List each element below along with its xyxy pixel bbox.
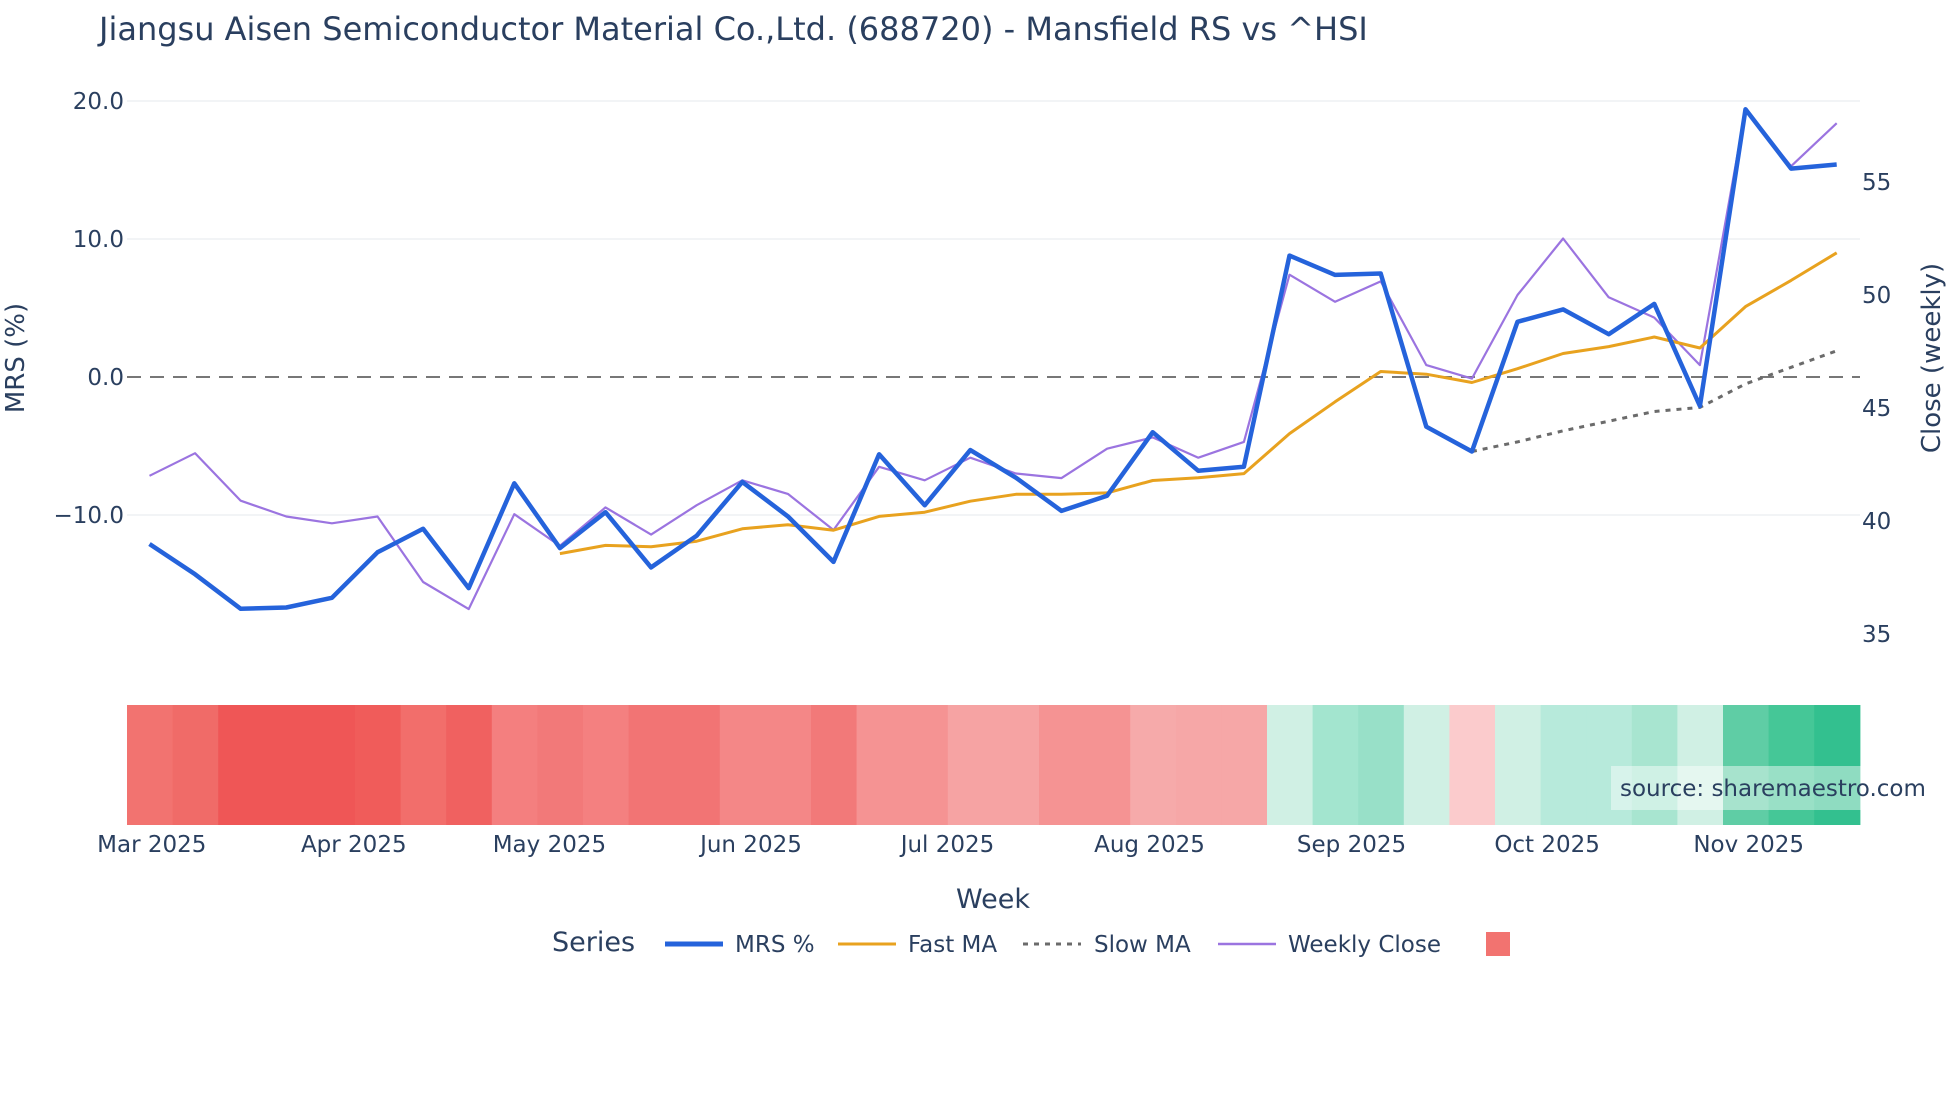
heat-cell [1130, 705, 1177, 825]
x-tick-label: Jun 2025 [698, 832, 802, 858]
chart-title: Jiangsu Aisen Semiconductor Material Co.… [97, 10, 1368, 48]
legend-label: Fast MA [908, 932, 997, 958]
y-tick-label: 20.0 [73, 89, 124, 115]
heat-cell [1084, 705, 1131, 825]
heat-cell [1358, 705, 1405, 825]
heat-cell [856, 705, 903, 825]
gridlines [127, 100, 1860, 516]
heat-cell [1267, 705, 1314, 825]
heat-cell [1449, 705, 1496, 825]
x-tick-label: Mar 2025 [97, 832, 206, 858]
series-line-mrs [148, 107, 1837, 612]
heat-cell [1312, 705, 1359, 825]
x-tick-label: Sep 2025 [1297, 832, 1406, 858]
y-axis-right: 55 50 45 40 35 [1862, 170, 1891, 648]
legend-label: Weekly Close [1288, 932, 1441, 958]
y2-tick-label: 55 [1862, 170, 1891, 196]
heat-cell [902, 705, 949, 825]
y2-tick-label: 50 [1862, 283, 1891, 309]
x-tick-label: Aug 2025 [1094, 832, 1205, 858]
heat-cell [947, 705, 994, 825]
legend-title: Series [552, 927, 635, 958]
heat-cell [765, 705, 812, 825]
heat-cell [309, 705, 356, 825]
heat-cell [811, 705, 858, 825]
legend: Series MRS % Fast MA Slow MA Weekly Close [552, 927, 1510, 958]
heat-cell [674, 705, 721, 825]
heat-cell [1221, 705, 1268, 825]
heat-cell [1403, 705, 1450, 825]
source-watermark: source: sharemaestro.com [1611, 766, 1941, 810]
x-axis: Mar 2025 Apr 2025 May 2025 Jun 2025 Jul 2025… [97, 832, 1804, 858]
x-axis-title: Week [956, 884, 1030, 915]
y2-tick-label: 45 [1862, 396, 1891, 422]
heat-cell [355, 705, 402, 825]
heat-cell [1175, 705, 1222, 825]
x-tick-label: Apr 2025 [301, 832, 407, 858]
mansfield-rs-chart: Jiangsu Aisen Semiconductor Material Co.… [1, 10, 1947, 958]
y-tick-label: 0.0 [87, 365, 124, 391]
heat-cell [583, 705, 630, 825]
heat-cell [400, 705, 447, 825]
y-tick-label: 10.0 [73, 227, 124, 253]
heat-cell [491, 705, 538, 825]
y2-axis-title: Close (weekly) [1917, 263, 1947, 453]
legend-heat-swatch [1486, 932, 1510, 956]
heat-cell [1495, 705, 1542, 825]
x-tick-label: Nov 2025 [1693, 832, 1804, 858]
legend-label: Slow MA [1094, 932, 1191, 958]
source-text: source: sharemaestro.com [1620, 776, 1926, 802]
heat-cell [263, 705, 310, 825]
heat-cell [446, 705, 493, 825]
y2-tick-label: 35 [1862, 622, 1891, 648]
heat-cell [719, 705, 766, 825]
legend-label: MRS % [735, 932, 815, 958]
heat-cell [1540, 705, 1587, 825]
series-line-fast-ma [559, 251, 1838, 556]
heat-cell [537, 705, 584, 825]
series-lines [148, 107, 1838, 612]
x-tick-label: Oct 2025 [1494, 832, 1600, 858]
heat-cell [1039, 705, 1086, 825]
y2-tick-label: 40 [1862, 509, 1891, 535]
y-axis-left: 20.0 10.0 0.0 −10.0 [54, 89, 124, 529]
x-tick-label: May 2025 [493, 832, 606, 858]
y-tick-label: −10.0 [54, 503, 124, 529]
series-line-weekly-close [149, 108, 1838, 611]
heatmap-strip [127, 705, 1861, 825]
x-tick-label: Jul 2025 [899, 832, 995, 858]
y-axis-title: MRS (%) [1, 303, 31, 413]
heat-cell [993, 705, 1040, 825]
heat-cell [172, 705, 219, 825]
heat-cell [218, 705, 265, 825]
heat-cell [127, 705, 174, 825]
heat-cell [628, 705, 675, 825]
